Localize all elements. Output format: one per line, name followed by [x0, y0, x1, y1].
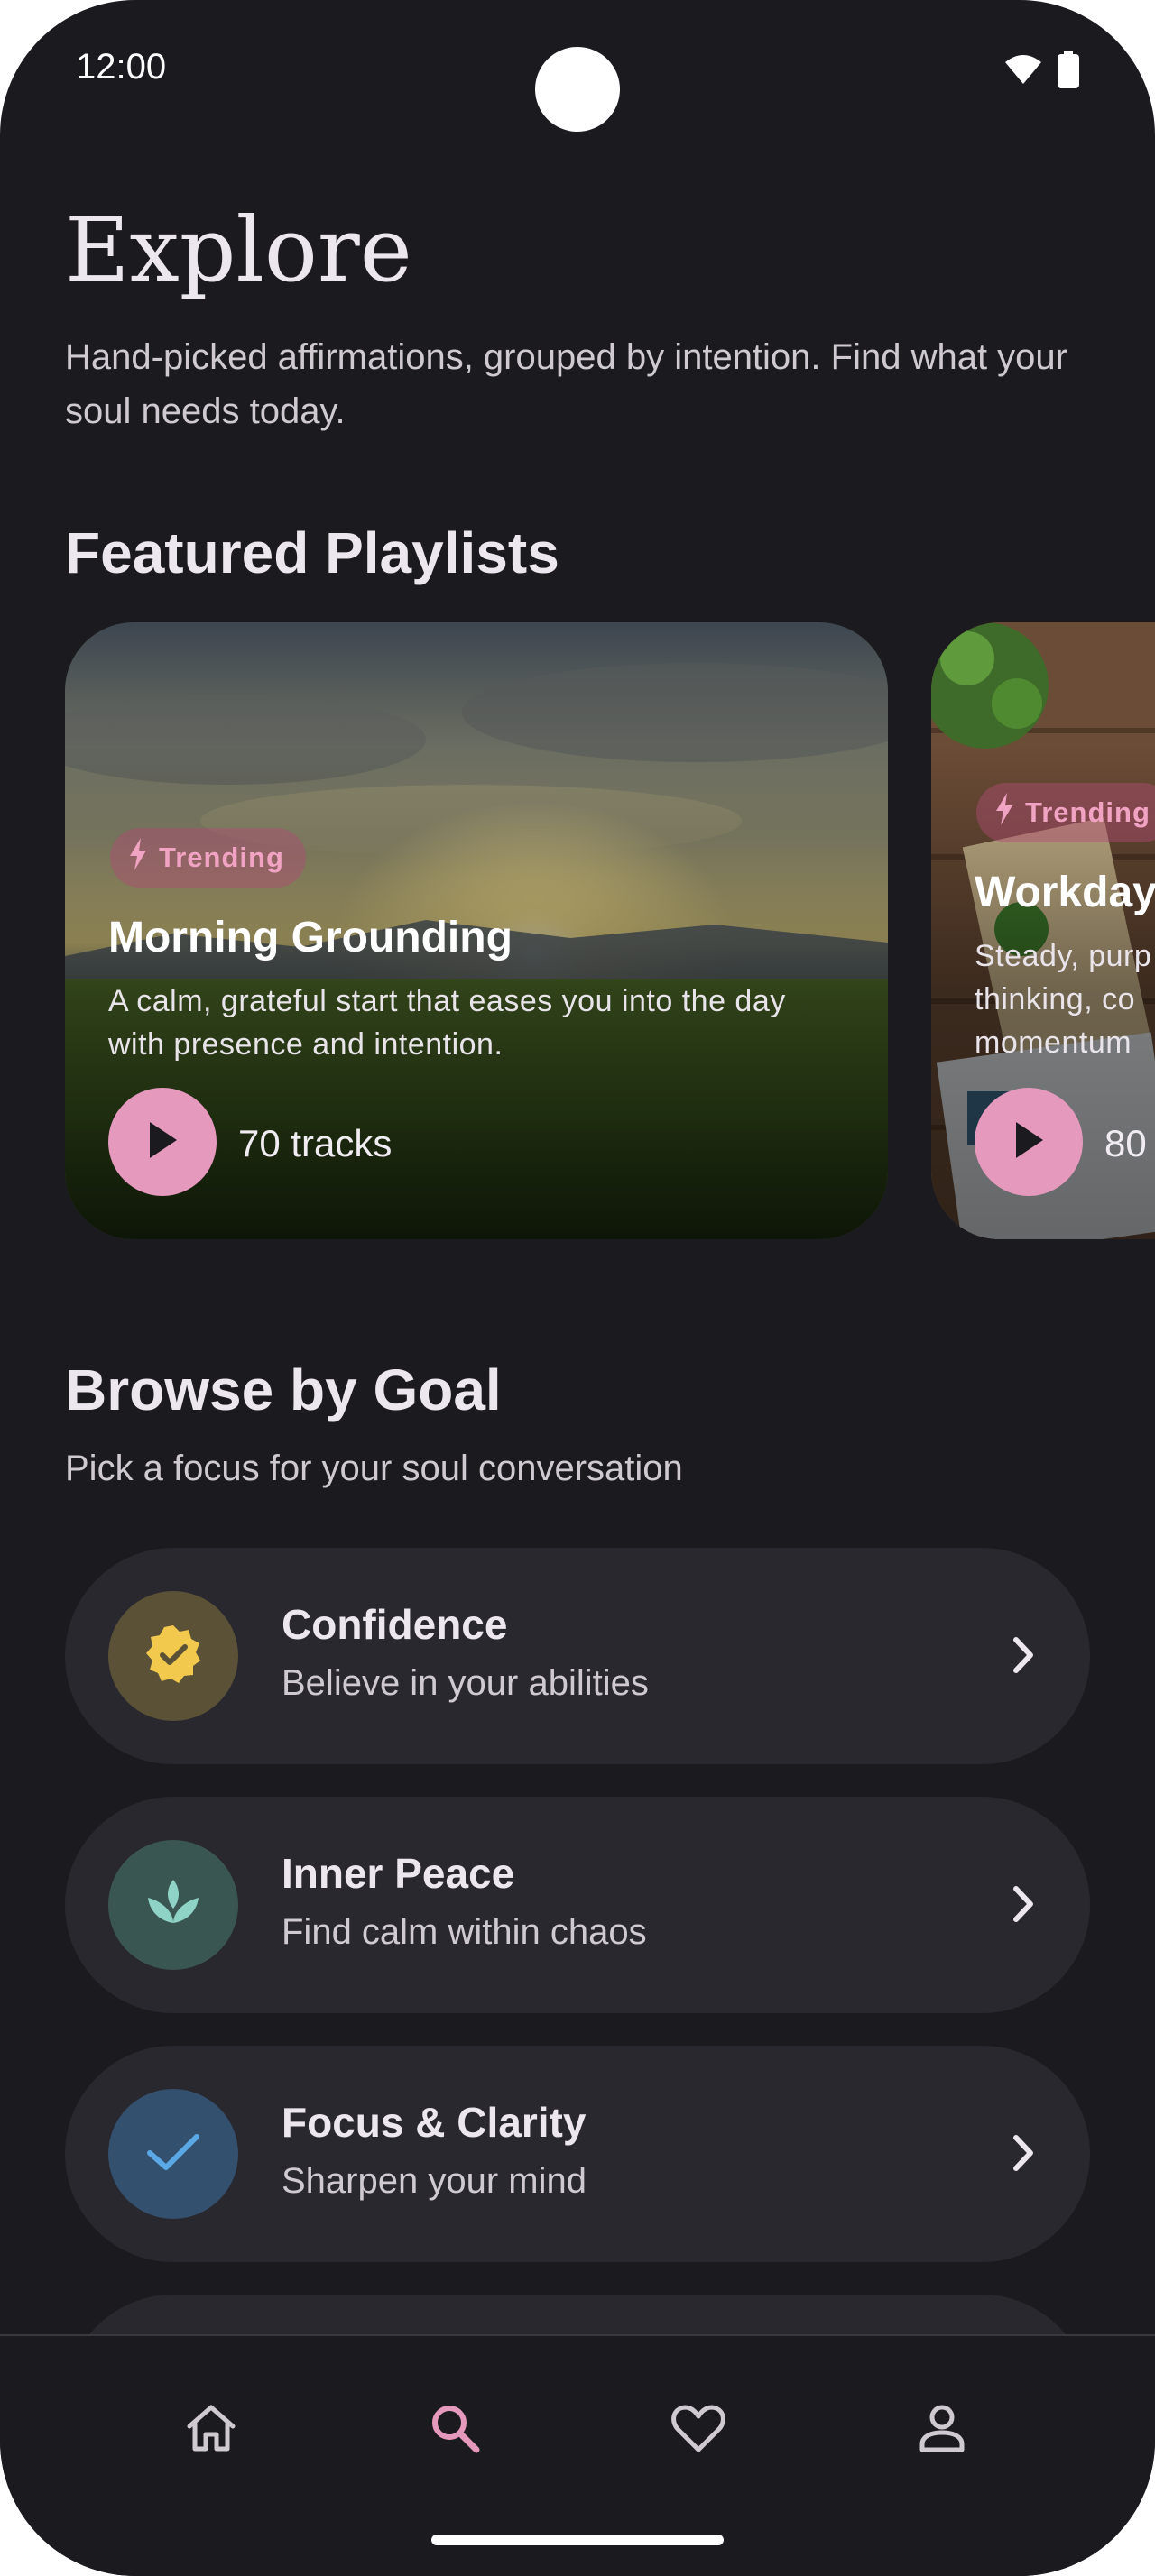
card-description: A calm, grateful start that eases you in… [108, 984, 786, 1062]
track-count: 70 tracks [238, 1122, 393, 1164]
phone-screen: 12:00 Explore Hand-picked affirmations, … [0, 0, 1155, 2576]
goal-item-confidence[interactable]: Confidence Believe in your abilities [65, 1548, 1090, 1764]
wifi-icon [1003, 53, 1043, 90]
card-title: Morning Grounding [108, 914, 513, 961]
trending-chip-label: Trending [159, 842, 284, 873]
goal-subtitle: Sharpen your mind [282, 2161, 587, 2201]
heart-icon [670, 2403, 726, 2458]
search-icon [428, 2401, 482, 2460]
goal-title: Confidence [282, 1601, 508, 1648]
bolt-icon [994, 793, 1014, 833]
goal-item-focus-clarity[interactable]: Focus & Clarity Sharpen your mind [65, 2046, 1090, 2262]
status-time: 12:00 [76, 47, 167, 87]
goal-title: Focus & Clarity [282, 2099, 587, 2146]
playlist-card-morning-grounding[interactable]: Trending Morning Grounding A calm, grate… [65, 622, 888, 1239]
goal-title: Inner Peace [282, 1850, 515, 1897]
page-subtitle: Hand-picked affirmations, grouped by int… [65, 337, 1067, 431]
goal-icon-container [108, 1591, 238, 1721]
nav-search[interactable] [411, 2387, 498, 2473]
status-icons [1003, 51, 1079, 93]
person-icon [915, 2401, 969, 2460]
playlist-card-workday[interactable]: Trending Workday Steady, purp thinking, … [931, 622, 1155, 1239]
bolt-icon [128, 838, 148, 878]
chevron-right-icon [1011, 1634, 1038, 1680]
chevron-right-icon [1011, 1883, 1038, 1929]
play-icon [144, 1120, 180, 1164]
verified-badge-icon [143, 1624, 204, 1689]
trending-chip-label: Trending [1025, 796, 1150, 828]
play-icon [1011, 1120, 1047, 1164]
featured-section-title: Featured Playlists [65, 520, 559, 585]
lotus-icon [144, 1876, 202, 1935]
nav-home[interactable] [168, 2387, 254, 2473]
nav-favorites[interactable] [655, 2387, 742, 2473]
trending-chip: Trending [110, 828, 306, 888]
camera-cutout [535, 47, 620, 132]
goal-subtitle: Find calm within chaos [282, 1912, 647, 1952]
goal-icon-container [108, 1840, 238, 1970]
play-button[interactable] [108, 1088, 217, 1196]
home-indicator[interactable] [431, 2535, 724, 2545]
goal-icon-container [108, 2089, 238, 2219]
check-icon [144, 2130, 202, 2179]
chevron-right-icon [1011, 2132, 1038, 2178]
nav-profile[interactable] [899, 2387, 985, 2473]
goal-item-inner-peace[interactable]: Inner Peace Find calm within chaos [65, 1797, 1090, 2013]
home-icon [184, 2403, 238, 2458]
page-title: Explore [65, 199, 412, 302]
battery-icon [1058, 51, 1079, 93]
trending-chip: Trending [976, 783, 1155, 842]
card-description: Steady, purp thinking, co momentum [975, 939, 1152, 1060]
card-title: Workday [975, 869, 1155, 916]
goal-subtitle: Believe in your abilities [282, 1663, 649, 1703]
browse-section-subtitle: Pick a focus for your soul conversation [65, 1449, 683, 1488]
play-button[interactable] [975, 1088, 1083, 1196]
browse-section-title: Browse by Goal [65, 1357, 502, 1422]
track-count: 80 [1104, 1122, 1147, 1164]
